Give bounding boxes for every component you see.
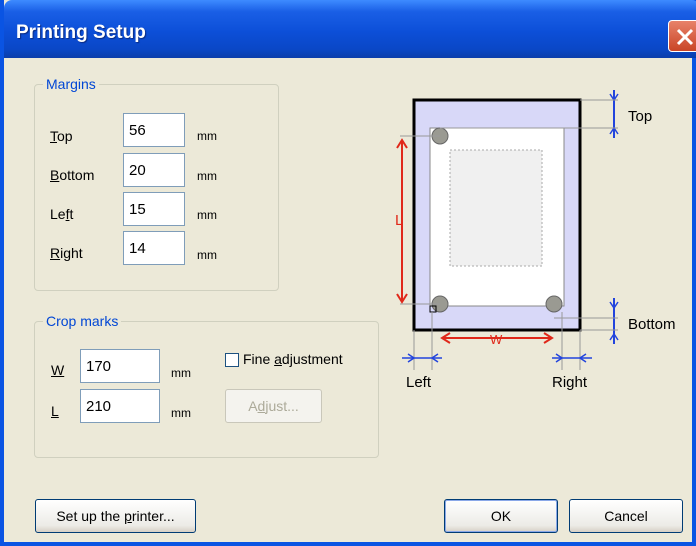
- title-bar[interactable]: Printing Setup: [4, 0, 696, 58]
- image-area: [449, 149, 543, 267]
- crop-width-field[interactable]: [80, 349, 160, 383]
- right-unit: mm: [197, 248, 217, 262]
- window-title: Printing Setup: [16, 22, 146, 43]
- bottom-unit: mm: [197, 169, 217, 183]
- crop-mark-bottom-right: [545, 295, 563, 313]
- right-label: Right: [50, 245, 83, 261]
- ok-button[interactable]: OK: [444, 499, 558, 533]
- crop-length-field[interactable]: [80, 389, 160, 423]
- crop-marks-legend: Crop marks: [43, 313, 122, 329]
- diagram-top-label: Top: [628, 108, 653, 125]
- margins-legend: Margins: [43, 76, 99, 92]
- top-unit: mm: [197, 129, 217, 143]
- top-margin-field[interactable]: [123, 113, 185, 147]
- left-label: Left: [50, 206, 74, 222]
- close-button[interactable]: [668, 20, 696, 52]
- close-icon: [676, 28, 694, 46]
- diagram-left-label: Left: [406, 374, 432, 391]
- diagram-right-label: Right: [552, 374, 588, 391]
- crop-width-label: W: [51, 362, 65, 378]
- left-margin-field[interactable]: [123, 192, 185, 226]
- setup-printer-button[interactable]: Set up the printer...: [35, 499, 196, 533]
- fine-adjustment-checkbox[interactable]: [225, 353, 239, 367]
- bottom-label: Bottom: [50, 167, 95, 183]
- diagram-l-label: L: [395, 212, 404, 229]
- left-unit: mm: [197, 208, 217, 222]
- crop-width-unit: mm: [171, 366, 191, 380]
- printing-setup-dialog: Printing Setup Margins Top mm Bottom mm …: [0, 0, 696, 546]
- right-margin-field[interactable]: [123, 231, 185, 265]
- diagram-w-label: W: [490, 332, 503, 347]
- crop-length-label: L: [51, 403, 59, 419]
- margin-diagram: [396, 90, 619, 370]
- fine-adjustment-label[interactable]: Fine adjustment: [243, 351, 343, 367]
- diagram-bottom-label: Bottom: [628, 316, 676, 333]
- crop-length-unit: mm: [171, 406, 191, 420]
- bottom-margin-field[interactable]: [123, 153, 185, 187]
- cancel-button[interactable]: Cancel: [569, 499, 683, 533]
- top-label: Top: [50, 128, 73, 144]
- adjust-button[interactable]: Adjust...: [225, 389, 322, 423]
